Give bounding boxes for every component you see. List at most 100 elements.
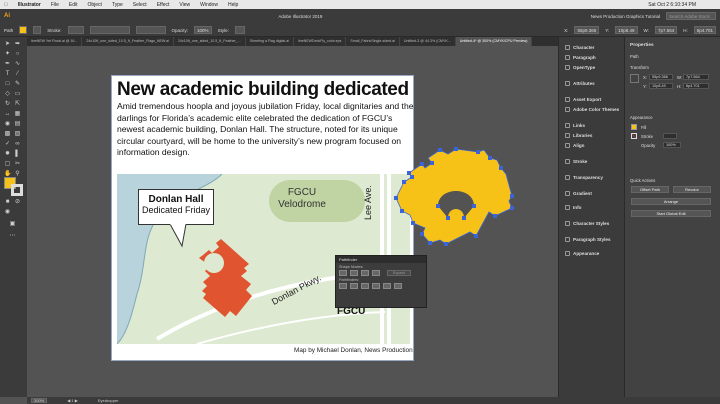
outline-icon[interactable] [383,283,391,289]
variable-width-select[interactable] [89,26,130,34]
doc-tab-6[interactable]: Small_FabricSingle-sided.ai [346,37,400,46]
blend-tool-icon[interactable]: ∞ [14,141,21,148]
panel-asset-export[interactable]: Asset Export [559,95,625,104]
scale-tool-icon[interactable]: ⇱ [14,101,21,108]
stroke-weight-field[interactable] [67,26,84,34]
panel-opentype[interactable]: OpenType [559,63,625,72]
shaper-tool-icon[interactable]: ◇ [4,91,11,98]
menu-edit[interactable]: Edit [69,2,78,8]
merge-icon[interactable] [361,283,369,289]
doc-tab-3[interactable]: 24x10ft_one_sided_10.5_ft_Feather_... [174,37,246,46]
graph-tool-icon[interactable]: ▌ [14,151,21,158]
x-field[interactable]: 55p9.366 [574,26,600,34]
prop-w-field[interactable]: 7p7.564 [683,74,709,80]
arrange-button[interactable]: Arrange [631,198,711,205]
rotate-tool-icon[interactable]: ↻ [4,101,11,108]
width-tool-icon[interactable]: ↔ [4,111,11,118]
perspective-grid-tool-icon[interactable]: ▤ [14,121,21,128]
pathfinder-title[interactable]: Pathfinder [336,256,426,263]
panel-align[interactable]: Align [559,141,625,150]
artboard-navigator[interactable]: ◀ 1 ▶ [67,398,78,403]
menu-window[interactable]: Window [200,2,218,8]
panel-transparency[interactable]: Transparency [559,173,625,182]
panel-appearance[interactable]: Appearance [559,249,625,258]
selection-tool-icon[interactable]: ➤ [4,41,11,48]
eyedropper-tool-icon[interactable]: ✓ [4,141,11,148]
menu-help[interactable]: Help [228,2,238,8]
graphic-body-text[interactable]: Amid tremendous hoopla and joyous jubila… [117,101,417,159]
type-tool-icon[interactable]: T [4,71,11,78]
prop-fill-swatch[interactable] [631,124,637,130]
selected-building-shape[interactable] [392,146,516,246]
lasso-tool-icon[interactable]: ○ [14,51,21,58]
graphic-headline[interactable]: New academic building dedicated [117,79,409,101]
fill-swatch[interactable] [19,26,28,34]
prop-stroke-weight[interactable] [663,133,677,139]
menu-type[interactable]: Type [112,2,123,8]
workspace-switcher[interactable]: News Production Graphics Tutorial [591,14,660,19]
magic-wand-tool-icon[interactable]: ✦ [4,51,11,58]
stroke-swatch[interactable] [33,26,42,34]
zoom-level[interactable]: 300% [31,398,48,403]
panel-paragraph[interactable]: Paragraph [559,53,625,62]
menu-effect[interactable]: Effect [157,2,170,8]
menu-view[interactable]: View [179,2,190,8]
prop-opacity-field[interactable]: 100% [663,142,681,148]
direct-selection-tool-icon[interactable]: ➥ [14,41,21,48]
expand-button[interactable]: Expand [387,270,411,276]
menu-file[interactable]: File [51,2,59,8]
app-menu[interactable]: Illustrator [18,2,41,8]
prop-x-field[interactable]: 55p9.366 [649,74,673,80]
stock-search-input[interactable]: Search Adobe Stock [666,12,716,20]
color-mode-icon[interactable]: ■ [4,199,11,206]
none-mode-icon[interactable]: ⊘ [14,199,21,206]
slice-tool-icon[interactable]: ✂ [14,161,21,168]
divide-icon[interactable] [339,283,347,289]
h-field[interactable]: 6p4.701 [693,26,716,34]
unite-icon[interactable] [339,270,347,276]
curvature-tool-icon[interactable]: ∿ [14,61,21,68]
shape-builder-tool-icon[interactable]: ◉ [4,121,11,128]
free-transform-tool-icon[interactable]: ▦ [14,111,21,118]
w-field[interactable]: 7p7.564 [654,26,678,34]
minus-front-icon[interactable] [350,270,358,276]
doc-tab-4[interactable]: Sheeting a Flag digital.ai [246,37,295,46]
eraser-tool-icon[interactable]: ▭ [14,91,21,98]
panel-paragraph-styles[interactable]: Paragraph Styles [559,235,625,244]
properties-title[interactable]: Properties [630,43,654,48]
offset-path-button[interactable]: Offset Path [631,186,669,193]
panel-attributes[interactable]: Attributes [559,79,625,88]
intersect-icon[interactable] [361,270,369,276]
draw-mode-icon[interactable]: ◉ [4,209,11,216]
gradient-tool-icon[interactable]: ▨ [14,131,21,138]
prop-h-field[interactable]: 6p4.701 [683,83,709,89]
minus-back-icon[interactable] [394,283,402,289]
doc-tab-5[interactable]: lineNEWDeckFly_color.eps [294,37,347,46]
panel-character[interactable]: Character [559,43,625,52]
panel-gradient[interactable]: Gradient [559,189,625,198]
panel-color-themes[interactable]: Adobe Color Themes [559,105,625,114]
doc-tab-active[interactable]: Untitled-4* @ 300% (CMYK/CPU Preview) [455,37,533,46]
menu-select[interactable]: Select [133,2,147,8]
panel-libraries[interactable]: Libraries [559,131,625,140]
doc-tab-1[interactable]: lineNEW Yet Floral.ai @ 16... [27,37,83,46]
recolor-button[interactable]: Recolor [673,186,711,193]
artboard-tool-icon[interactable]: ▢ [4,161,11,168]
prop-y-field[interactable]: 10p8.49 [649,83,673,89]
style-select[interactable] [234,26,245,34]
line-tool-icon[interactable]: ⁄ [14,71,21,78]
panel-info[interactable]: Info [559,203,625,212]
panel-character-styles[interactable]: Character Styles [559,219,625,228]
rectangle-tool-icon[interactable]: □ [4,81,11,88]
y-field[interactable]: 10p8.49 [615,26,638,34]
menu-object[interactable]: Object [88,2,102,8]
pen-tool-icon[interactable]: ✒ [4,61,11,68]
callout-box[interactable]: Donlan Hall Dedicated Friday [138,189,214,225]
brush-select[interactable] [135,26,166,34]
mesh-tool-icon[interactable]: ▩ [4,131,11,138]
prop-stroke-swatch[interactable] [631,133,637,139]
donlan-hall-building[interactable] [199,239,252,317]
opacity-field[interactable]: 100% [194,26,212,34]
exclude-icon[interactable] [372,270,380,276]
apple-icon[interactable]:  [4,2,8,8]
